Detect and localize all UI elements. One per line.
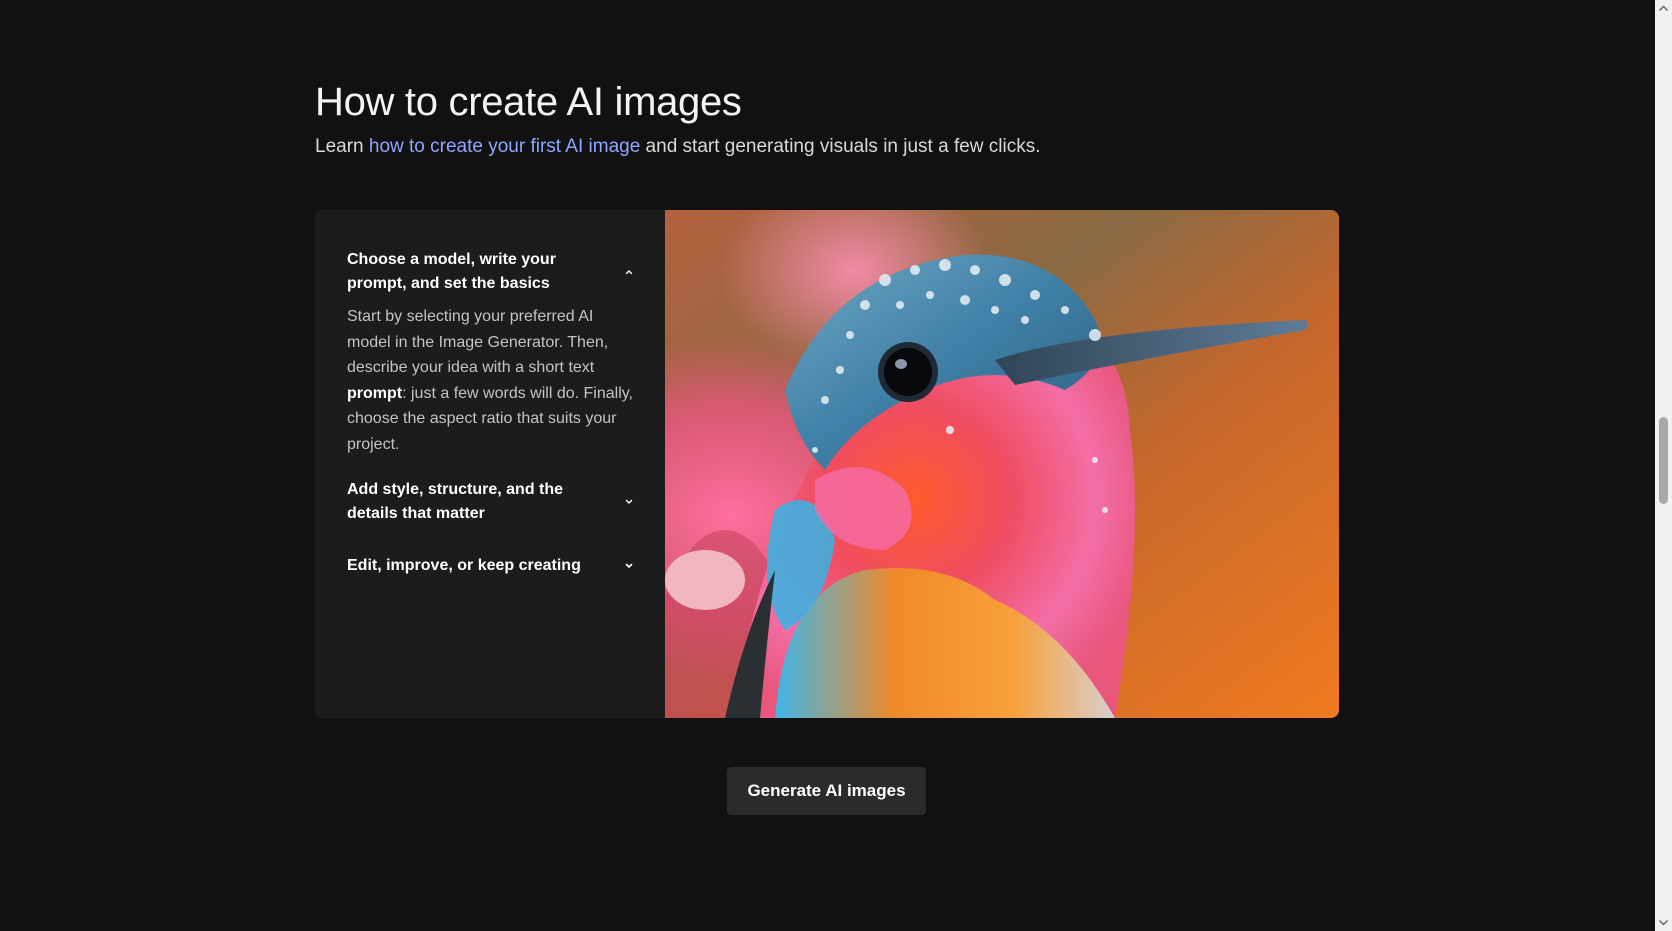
create-first-image-link[interactable]: how to create your first AI image <box>369 136 640 157</box>
how-to-card: Choose a model, write your prompt, and s… <box>315 210 1339 718</box>
body-bold-prompt: prompt <box>347 384 403 402</box>
accordion-header-add-style[interactable]: Add style, structure, and the details th… <box>347 478 637 526</box>
accordion-item-choose-model: Choose a model, write your prompt, and s… <box>347 248 637 458</box>
chevron-down-icon <box>623 496 635 508</box>
accordion-item-edit-improve: Edit, improve, or keep creating <box>347 554 637 578</box>
intro-suffix: and start generating visuals in just a f… <box>640 136 1041 157</box>
chevron-down-icon <box>623 560 635 572</box>
accordion-header-edit-improve[interactable]: Edit, improve, or keep creating <box>347 554 637 578</box>
accordion-title: Choose a model, write your prompt, and s… <box>347 251 556 292</box>
section-intro: Learn how to create your first AI image … <box>315 136 1041 158</box>
page: How to create AI images Learn how to cre… <box>0 0 1672 931</box>
intro-prefix: Learn <box>315 136 369 157</box>
section-title: How to create AI images <box>315 80 742 124</box>
steps-accordion: Choose a model, write your prompt, and s… <box>315 210 665 718</box>
accordion-body-choose-model: Start by selecting your preferred AI mod… <box>347 304 637 458</box>
scroll-down-arrow-icon[interactable] <box>1655 914 1672 931</box>
scroll-up-arrow-icon[interactable] <box>1655 0 1672 17</box>
body-text-1: Start by selecting your preferred AI mod… <box>347 308 609 377</box>
accordion-header-choose-model[interactable]: Choose a model, write your prompt, and s… <box>347 248 637 296</box>
accordion-title: Add style, structure, and the details th… <box>347 481 564 522</box>
hummingbird-image <box>665 210 1339 718</box>
scrollbar-thumb[interactable] <box>1659 417 1668 504</box>
page-scrollbar[interactable] <box>1655 0 1672 931</box>
chevron-up-icon <box>623 266 635 278</box>
generate-ai-images-button[interactable]: Generate AI images <box>727 767 926 815</box>
accordion-title: Edit, improve, or keep creating <box>347 557 581 574</box>
accordion-item-add-style: Add style, structure, and the details th… <box>347 478 637 526</box>
